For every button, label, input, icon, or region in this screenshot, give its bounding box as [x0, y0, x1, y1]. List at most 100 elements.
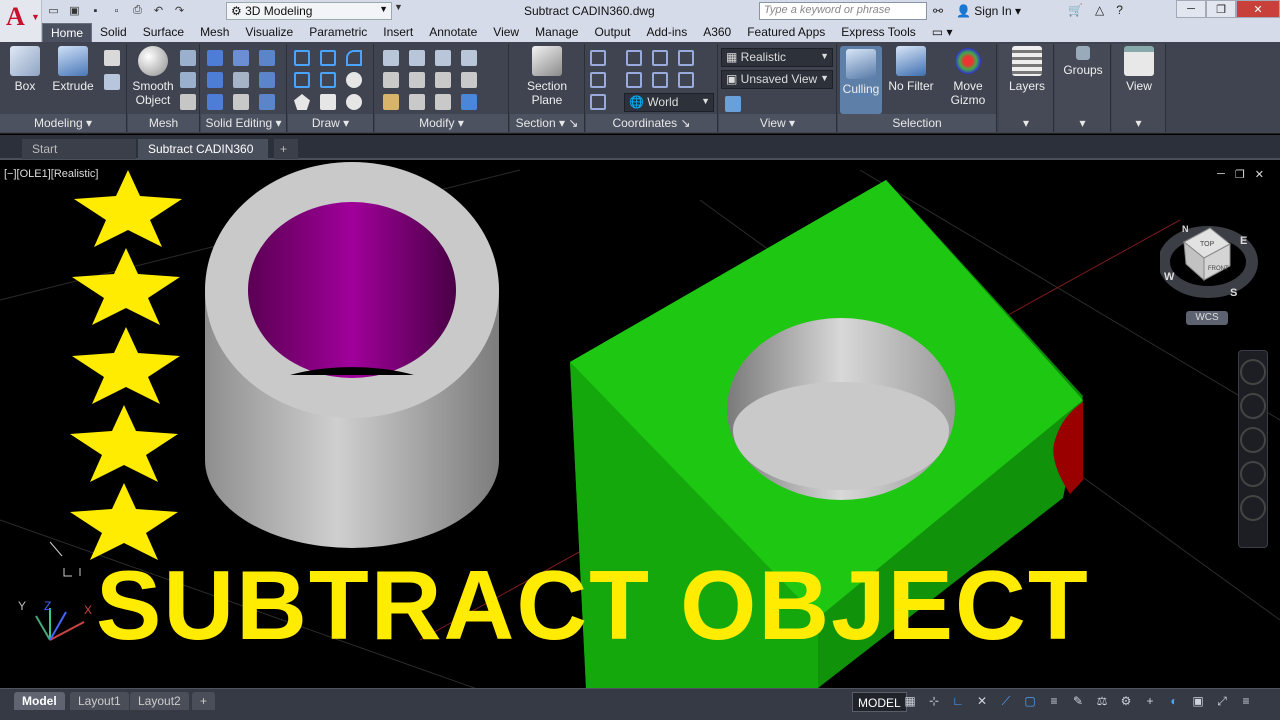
union-icon[interactable] [207, 50, 223, 66]
panel-view-2[interactable]: View ▾ [1112, 44, 1166, 132]
layers-button[interactable]: Layers [1005, 46, 1049, 93]
layout-tab-layout1[interactable]: Layout1 [70, 692, 129, 710]
fillet-icon[interactable] [461, 50, 477, 66]
binoculars-icon[interactable]: ⚯ [933, 4, 943, 18]
new-tab-button[interactable]: + [274, 139, 298, 159]
osnap-icon[interactable]: ▢ [1022, 693, 1038, 710]
ellipse-icon[interactable] [346, 94, 362, 110]
panel-title-view[interactable]: View ▾ [719, 114, 836, 132]
circle-icon[interactable] [346, 72, 362, 88]
workspace-icon[interactable]: ⚙ [1118, 693, 1134, 710]
tab-subtract-cadin360[interactable]: Subtract CADIN360 ✕ [138, 139, 268, 176]
panel-groups[interactable]: Groups ▾ [1055, 44, 1111, 132]
arc-icon[interactable] [346, 50, 362, 66]
panel-title-solid-editing[interactable]: Solid Editing ▾ [201, 114, 286, 132]
ucs-object-icon[interactable] [590, 94, 606, 110]
application-menu-button[interactable]: A ▼ [0, 0, 42, 44]
clean-screen-icon[interactable]: ⤢ [1214, 693, 1230, 710]
drawing-viewport[interactable]: [−][OLE1][Realistic] ─ ❐ ✕ TOP FRONT N E… [0, 162, 1280, 688]
presspull-icon[interactable] [104, 74, 120, 90]
ucs-named-icon[interactable] [590, 72, 606, 88]
interfere-icon[interactable] [233, 72, 249, 88]
rectangle-icon[interactable] [320, 94, 336, 110]
panel-title-modify[interactable]: Modify ▾ [375, 114, 508, 132]
close-icon[interactable]: ✕ [1255, 168, 1264, 181]
ortho-icon[interactable]: ∟ [950, 693, 966, 710]
ribbon-options-icon[interactable]: ▭ ▾ [924, 23, 961, 42]
rotate-icon[interactable] [409, 50, 425, 66]
panel-title-selection[interactable]: Selection [838, 114, 996, 132]
tab-surface[interactable]: Surface [135, 23, 192, 42]
tab-manage[interactable]: Manage [527, 23, 586, 42]
imprint-icon[interactable] [233, 94, 249, 110]
tab-featured-apps[interactable]: Featured Apps [739, 23, 833, 42]
tab-annotate[interactable]: Annotate [421, 23, 485, 42]
ucs-y-icon[interactable] [652, 72, 668, 88]
align-icon[interactable] [461, 94, 477, 110]
tab-insert[interactable]: Insert [375, 23, 421, 42]
scale-icon[interactable] [409, 94, 425, 110]
slice-icon[interactable] [233, 50, 249, 66]
viewport-config-icon[interactable] [725, 96, 741, 112]
move-icon[interactable] [383, 50, 399, 66]
redo-icon[interactable]: ↷ [172, 3, 187, 18]
ucs-origin-icon[interactable] [626, 50, 642, 66]
customize-qat-icon[interactable]: ▼ [394, 2, 406, 20]
tab-visualize[interactable]: Visualize [237, 23, 301, 42]
save-icon[interactable]: ▪ [88, 3, 103, 18]
panel-title-draw[interactable]: Draw ▾ [288, 114, 373, 132]
undo-icon[interactable]: ↶ [151, 3, 166, 18]
cart-icon[interactable]: 🛒 [1068, 3, 1083, 17]
polar-icon[interactable]: ✕ [974, 693, 990, 710]
polygon-icon[interactable] [294, 94, 310, 110]
visual-style-select[interactable]: ▦ Realistic ▼ [721, 48, 833, 67]
extract-edges-icon[interactable] [259, 72, 275, 88]
tab-mesh[interactable]: Mesh [192, 23, 237, 42]
panel-title-mesh[interactable]: Mesh [128, 114, 199, 132]
line-icon[interactable] [294, 50, 310, 66]
panel-title-modeling[interactable]: Modeling ▾ [0, 114, 126, 132]
no-filter-button[interactable]: No Filter [886, 46, 936, 93]
groups-expand-icon[interactable]: ▾ [1055, 114, 1110, 132]
wcs-menu[interactable]: WCS [1186, 311, 1228, 325]
panel-title-coordinates[interactable]: Coordinates ↘ [586, 114, 717, 132]
help-icon[interactable]: ? [1116, 3, 1123, 17]
ucs-select[interactable]: 🌐 World ▼ [624, 93, 714, 112]
tab-parametric[interactable]: Parametric [301, 23, 375, 42]
scale-icon[interactable]: ⚖ [1094, 693, 1110, 710]
intersect-icon[interactable] [207, 94, 223, 110]
print-icon[interactable]: ⎙ [130, 3, 145, 18]
stretch-icon[interactable] [435, 72, 451, 88]
move-gizmo-button[interactable]: Move Gizmo [942, 46, 994, 107]
restore-icon[interactable]: ❐ [1235, 168, 1245, 181]
exchange-icon[interactable]: △ [1095, 3, 1104, 17]
mirror-icon[interactable] [409, 72, 425, 88]
layout-tab-model[interactable]: Model [14, 692, 65, 710]
steering-wheel-icon[interactable] [1240, 359, 1266, 385]
smooth-object-button[interactable]: Smooth Object [130, 46, 176, 107]
subtract-icon[interactable] [207, 72, 223, 88]
new-layout-button[interactable]: + [192, 692, 216, 710]
thicken-icon[interactable] [259, 50, 275, 66]
ucs-view-icon[interactable] [626, 72, 642, 88]
tab-express-tools[interactable]: Express Tools [833, 23, 923, 42]
panel-title-section[interactable]: Section ▾ ↘ [510, 114, 584, 132]
zoom-icon[interactable] [1240, 427, 1266, 453]
save-as-icon[interactable]: ▫ [109, 3, 124, 18]
workspace-select[interactable]: ⚙ 3D Modeling ▼ [226, 2, 392, 20]
separate-icon[interactable] [259, 94, 275, 110]
tab-home[interactable]: Home [42, 23, 93, 42]
ucs-z-icon[interactable] [678, 72, 694, 88]
ucs-3point-icon[interactable] [678, 50, 694, 66]
pan-icon[interactable] [1240, 393, 1266, 419]
close-button[interactable]: ✕ [1236, 0, 1280, 18]
box-button[interactable]: Box [6, 46, 44, 93]
tab-view[interactable]: View [485, 23, 527, 42]
isodraft-icon[interactable]: ⟋ [998, 693, 1014, 710]
view-expand-icon[interactable]: ▾ [1112, 114, 1165, 132]
tab-add-ins[interactable]: Add-ins [639, 23, 696, 42]
open-folder-icon[interactable]: ▣ [67, 3, 82, 18]
customize-icon[interactable]: ≡ [1238, 693, 1254, 710]
orbit-icon[interactable] [1240, 461, 1266, 487]
showmotion-icon[interactable] [1240, 495, 1266, 521]
